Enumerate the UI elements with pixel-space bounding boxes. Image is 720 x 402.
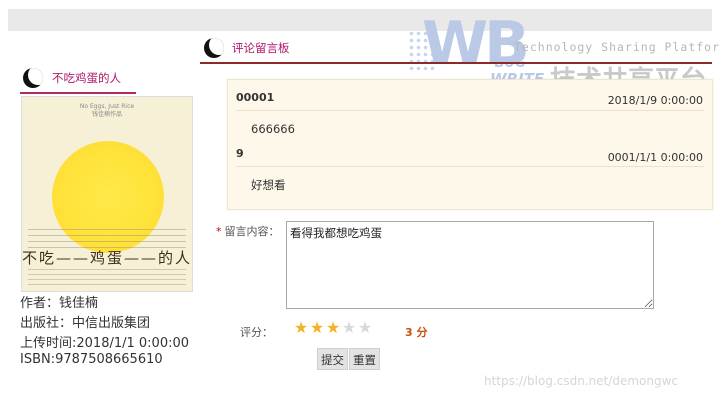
star-icon[interactable]: ★ <box>357 319 373 337</box>
reset-button[interactable]: 重置 <box>349 348 380 370</box>
comment-divider <box>236 166 704 167</box>
book-publisher: 出版社：中信出版集团 <box>20 316 151 331</box>
board-title-underline <box>200 62 712 64</box>
comment-text: 好想看 <box>251 178 286 192</box>
csdn-watermark: https://blog.csdn.net/demongwc <box>484 374 679 388</box>
comment-id: 00001 <box>236 91 275 104</box>
star-icon[interactable]: ★ <box>293 319 309 337</box>
book-author: 作者：钱佳楠 <box>20 296 99 311</box>
required-mark: * <box>216 225 222 238</box>
board-title: 评论留言板 <box>232 41 290 55</box>
submit-button[interactable]: 提交 <box>317 348 348 370</box>
cover-big-title: 不吃——鸡蛋——的人 <box>22 249 193 267</box>
comment-date: 0001/1/1 0:00:00 <box>607 151 703 164</box>
book-isbn: ISBN:9787508665610 <box>20 352 163 367</box>
message-textarea[interactable]: 看得我都想吃鸡蛋 <box>286 221 654 309</box>
cover-bottom-lines <box>28 269 186 285</box>
comment-date: 2018/1/9 0:00:00 <box>607 94 703 107</box>
moon-icon <box>23 68 43 88</box>
cover-top-text: No Eggs, Just Rice 钱佳楠作品 <box>79 103 135 118</box>
message-label: * 留言内容： <box>216 225 280 238</box>
star-icon[interactable]: ★ <box>341 319 357 337</box>
comment-divider <box>236 110 704 111</box>
book-cover-image: No Eggs, Just Rice 钱佳楠作品 不吃——鸡蛋——的人 <box>21 96 193 292</box>
book-title-underline <box>20 92 136 94</box>
moon-icon <box>204 38 224 58</box>
comment-id: 9 <box>236 147 244 160</box>
star-icon[interactable]: ★ <box>325 319 341 337</box>
star-icon[interactable]: ★ <box>309 319 325 337</box>
book-upload-time: 上传时间:2018/1/1 0:00:00 <box>20 336 190 351</box>
score-value: 3 分 <box>405 326 428 339</box>
logo-tagline: Technology Sharing Platform <box>514 40 720 54</box>
score-label: 评分： <box>240 326 273 339</box>
rating-stars[interactable]: ★ ★ ★ ★ ★ <box>293 318 373 337</box>
book-title: 不吃鸡蛋的人 <box>52 71 121 85</box>
comment-text: 666666 <box>251 122 295 136</box>
comment-list: 00001 2018/1/9 0:00:00 666666 9 0001/1/1… <box>227 79 713 210</box>
